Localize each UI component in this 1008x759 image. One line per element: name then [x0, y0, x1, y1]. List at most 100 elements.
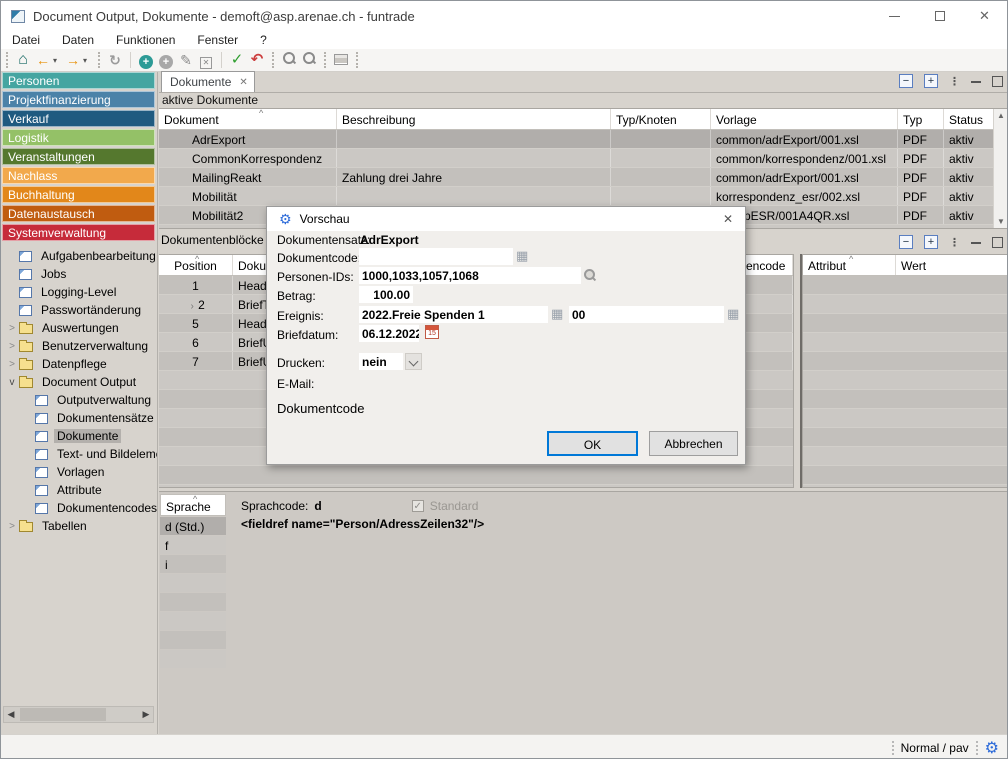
sidebar-category-personen[interactable]: Personen [2, 72, 155, 89]
back-icon[interactable]: ← [33, 50, 53, 70]
tree-item-aufgabenbearbeitung[interactable]: Aufgabenbearbeitung [1, 247, 157, 265]
tree-item-attribute[interactable]: Attribute [1, 481, 157, 499]
column-sprache[interactable]: Sprache^ [160, 494, 226, 516]
pane-splitter[interactable] [794, 254, 802, 488]
search-secondary-icon[interactable] [302, 51, 316, 65]
tree-item-text-und-bildelemente[interactable]: Text- und Bildeleme [1, 445, 157, 463]
forward-dropdown-icon[interactable]: ▾ [83, 56, 93, 65]
sidebar-category-verkauf[interactable]: Verkauf [2, 110, 155, 127]
language-row-f[interactable]: f [160, 536, 226, 554]
pane-maximize-icon[interactable] [992, 237, 1003, 248]
close-button[interactable]: ✕ [962, 1, 1007, 31]
sidebar-category-systemverwaltung[interactable]: Systemverwaltung [2, 224, 155, 241]
column-beschreibung[interactable]: Beschreibung [337, 109, 611, 129]
scroll-down-icon[interactable]: ▼ [997, 217, 1005, 226]
delete-icon[interactable]: ✕ [200, 57, 212, 69]
tree-item-document-output[interactable]: vDocument Output [1, 373, 157, 391]
sidebar-horizontal-scrollbar[interactable]: ◀ ▶ [3, 706, 154, 723]
table-row[interactable]: Mobilität korrespondenz_esr/002.xsl PDF … [159, 187, 1008, 206]
tree-item-outputverwaltung[interactable]: Outputverwaltung [1, 391, 157, 409]
scroll-left-icon[interactable]: ◀ [4, 709, 18, 720]
collapse-all-icon[interactable]: − [899, 74, 913, 88]
tree-item-passwortaenderung[interactable]: Passwortänderung [1, 301, 157, 319]
pane-minimize-icon[interactable] [971, 81, 981, 83]
sidebar-category-logistik[interactable]: Logistik [2, 129, 155, 146]
chevron-right-icon[interactable]: > [5, 359, 19, 370]
tree-item-dokumente[interactable]: Dokumente [1, 427, 157, 445]
menu-daten[interactable]: Daten [51, 33, 105, 47]
tree-item-dokumentencodes[interactable]: Dokumentencodes [1, 499, 157, 517]
documents-vertical-scrollbar[interactable]: ▲ ▼ [993, 109, 1008, 228]
tree-item-auswertungen[interactable]: >Auswertungen [1, 319, 157, 337]
add-secondary-icon[interactable]: + [159, 55, 173, 69]
sidebar-category-projektfinanzierung[interactable]: Projektfinanzierung [2, 91, 155, 108]
menu-funktionen[interactable]: Funktionen [105, 33, 186, 47]
table-row[interactable]: MailingReakt Zahlung drei Jahre common/a… [159, 168, 1008, 187]
scroll-up-icon[interactable]: ▲ [997, 111, 1005, 120]
maximize-button[interactable] [917, 1, 962, 31]
dialog-close-icon[interactable]: ✕ [723, 212, 733, 226]
column-typ-knoten[interactable]: Typ/Knoten [611, 109, 711, 129]
sidebar-category-datenaustausch[interactable]: Datenaustausch [2, 205, 155, 222]
ereignis-code-input[interactable]: 00 [569, 306, 724, 323]
betrag-input[interactable]: 100.00 [359, 286, 413, 303]
lookup-grid-icon[interactable]: ▦ [551, 307, 563, 320]
tab-close-icon[interactable]: ✕ [239, 77, 247, 88]
language-row-i[interactable]: i [160, 555, 226, 573]
tree-item-jobs[interactable]: Jobs [1, 265, 157, 283]
collapse-all-icon[interactable]: − [899, 235, 913, 249]
column-status[interactable]: Status [944, 109, 994, 129]
search-icon[interactable] [282, 51, 296, 65]
pane-grip-icon[interactable]: ⋮ [949, 75, 960, 88]
standard-checkbox[interactable]: ✓ [412, 500, 424, 512]
pane-minimize-icon[interactable] [971, 242, 981, 244]
refresh-icon[interactable]: ↻ [105, 50, 125, 70]
expand-all-icon[interactable]: + [924, 74, 938, 88]
column-wert[interactable]: Wert [896, 255, 1008, 275]
expand-row-icon[interactable]: › [186, 301, 198, 312]
tree-item-datenpflege[interactable]: >Datenpflege [1, 355, 157, 373]
menu-datei[interactable]: Datei [1, 33, 51, 47]
confirm-icon[interactable]: ✓ [227, 50, 247, 70]
add-icon[interactable]: + [139, 55, 153, 69]
dokumentcode-input[interactable] [359, 248, 513, 265]
expand-all-icon[interactable]: + [924, 235, 938, 249]
column-dokumentencode[interactable]: encode [746, 259, 785, 273]
lookup-grid-icon[interactable]: ▦ [516, 249, 528, 262]
calendar-icon[interactable]: 15 [425, 325, 439, 339]
column-vorlage[interactable]: Vorlage [711, 109, 898, 129]
ok-button[interactable]: OK [547, 431, 638, 456]
tree-item-logging-level[interactable]: Logging-Level [1, 283, 157, 301]
tab-dokumente[interactable]: Dokumente ✕ [161, 71, 255, 92]
sidebar-category-veranstaltungen[interactable]: Veranstaltungen [2, 148, 155, 165]
minimize-button[interactable] [872, 1, 917, 31]
pane-grip-icon[interactable]: ⋮ [949, 236, 960, 249]
table-row[interactable]: CommonKorrespondenz common/korrespondenz… [159, 149, 1008, 168]
back-dropdown-icon[interactable]: ▾ [53, 56, 63, 65]
sidebar-category-nachlass[interactable]: Nachlass [2, 167, 155, 184]
person-search-icon[interactable] [583, 268, 597, 282]
forward-icon[interactable]: → [63, 50, 83, 70]
column-position[interactable]: Position^ [159, 255, 233, 275]
pane-maximize-icon[interactable] [992, 76, 1003, 87]
column-dokument[interactable]: Dokument^ [159, 109, 337, 129]
tree-item-tabellen[interactable]: >Tabellen [1, 517, 157, 535]
tree-item-vorlagen[interactable]: Vorlagen [1, 463, 157, 481]
chevron-right-icon[interactable]: > [5, 521, 19, 532]
tree-item-benutzerverwaltung[interactable]: >Benutzerverwaltung [1, 337, 157, 355]
scrollbar-thumb[interactable] [20, 708, 106, 721]
undo-icon[interactable]: ↶ [247, 50, 267, 70]
print-icon[interactable] [334, 54, 348, 65]
menu-fenster[interactable]: Fenster [186, 33, 249, 47]
lookup-grid-icon[interactable]: ▦ [727, 307, 739, 320]
dropdown-chevron-icon[interactable] [405, 353, 422, 370]
briefdatum-input[interactable]: 06.12.2022 [359, 325, 419, 342]
table-row[interactable]: AdrExport common/adrExport/001.xsl PDF a… [159, 130, 1008, 149]
ereignis-input[interactable]: 2022.Freie Spenden 1 [359, 306, 548, 323]
drucken-select[interactable]: nein [359, 353, 403, 370]
settings-gear-icon[interactable]: ⚙ [985, 738, 999, 758]
menu-help[interactable]: ? [249, 33, 278, 47]
column-attribut[interactable]: Attribut^ [803, 255, 896, 275]
personen-ids-input[interactable]: 1000,1033,1057,1068 [359, 267, 581, 284]
chevron-right-icon[interactable]: > [5, 341, 19, 352]
